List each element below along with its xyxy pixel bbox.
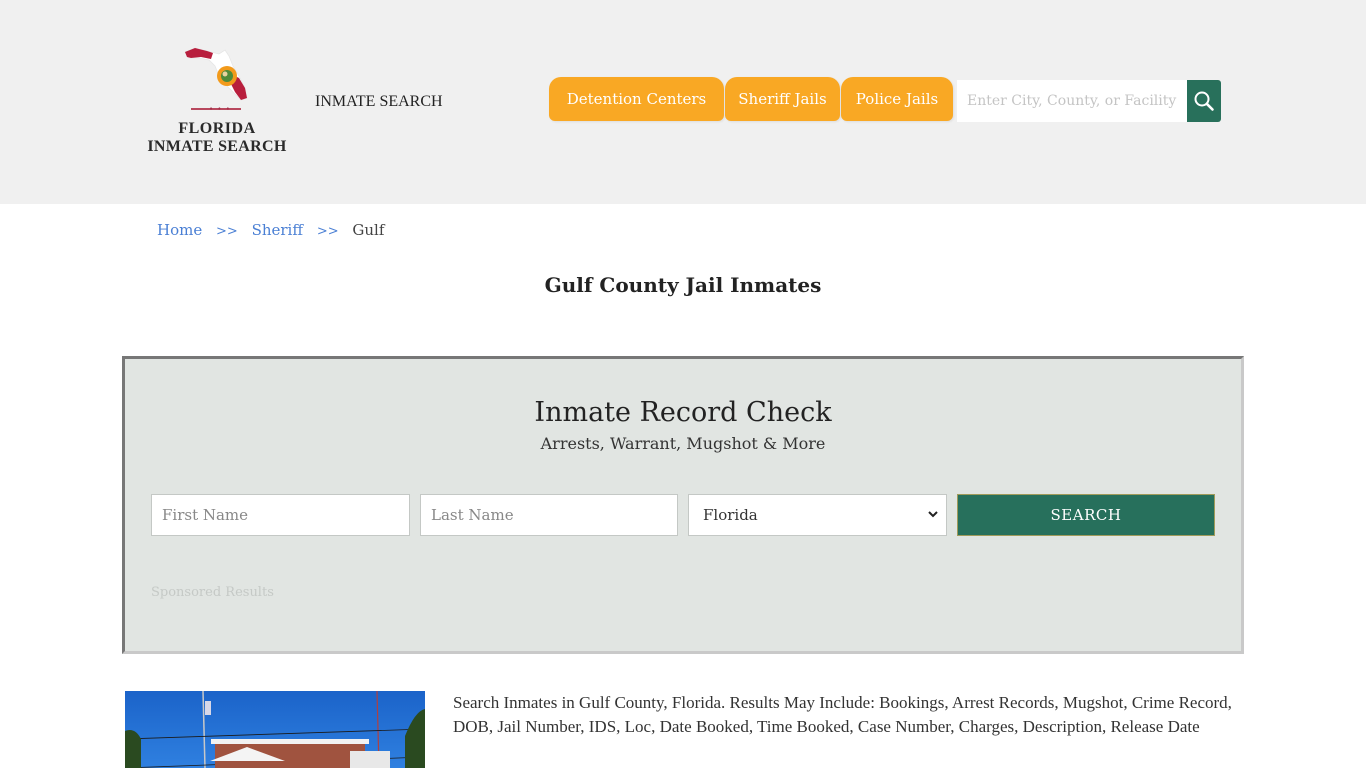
breadcrumb-separator: >> <box>216 224 238 239</box>
search-button[interactable]: SEARCH <box>957 494 1215 536</box>
inmate-record-check-panel: Inmate Record Check Arrests, Warrant, Mu… <box>122 356 1244 654</box>
state-select-wrapper: Florida <box>688 494 947 536</box>
breadcrumb-sheriff[interactable]: Sheriff <box>252 221 303 239</box>
facility-search-button[interactable] <box>1187 80 1221 122</box>
sponsored-results-label: Sponsored Results <box>151 585 274 600</box>
facility-photo <box>125 691 425 768</box>
tab-detention-centers[interactable]: Detention Centers <box>549 77 724 121</box>
record-check-title: Inmate Record Check <box>534 397 832 428</box>
jail-building-image <box>125 691 425 768</box>
search-icon <box>1194 91 1214 111</box>
breadcrumb: Home >> Sheriff >> Gulf <box>157 221 384 239</box>
florida-map-icon <box>184 47 248 101</box>
tab-sheriff-jails[interactable]: Sheriff Jails <box>725 77 840 121</box>
record-check-subtitle: Arrests, Warrant, Mugshot & More <box>540 434 826 453</box>
tab-label: Detention Centers <box>566 90 707 108</box>
page-title: Gulf County Jail Inmates <box>544 273 822 297</box>
site-logo[interactable]: • • • FLORIDA INMATE SEARCH <box>143 44 291 160</box>
breadcrumb-current: Gulf <box>352 221 385 239</box>
logo-text-line1: FLORIDA <box>178 120 256 137</box>
breadcrumb-separator: >> <box>316 224 339 239</box>
breadcrumb-home[interactable]: Home <box>157 221 202 239</box>
first-name-input[interactable] <box>151 494 410 536</box>
tab-label: Sheriff Jails <box>738 90 827 108</box>
tab-police-jails[interactable]: Police Jails <box>841 77 953 121</box>
state-select[interactable]: Florida <box>688 494 947 536</box>
site-header: • • • FLORIDA INMATE SEARCH INMATE SEARC… <box>0 0 1366 204</box>
last-name-input[interactable] <box>420 494 678 536</box>
facility-search-input[interactable] <box>957 80 1187 122</box>
site-title-link[interactable]: INMATE SEARCH <box>315 93 443 111</box>
tab-label: Police Jails <box>855 90 939 108</box>
logo-dots: • • • <box>209 105 231 113</box>
county-description: Search Inmates in Gulf County, Florida. … <box>453 693 1232 736</box>
logo-text-line2: INMATE SEARCH <box>147 138 287 155</box>
